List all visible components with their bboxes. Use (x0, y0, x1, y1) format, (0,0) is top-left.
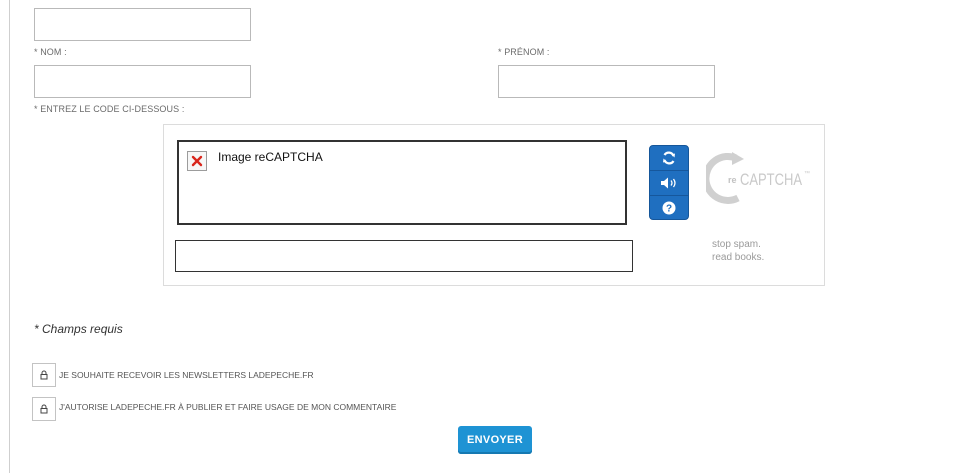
recaptcha-tagline-2: read books. (712, 252, 765, 263)
nom-label: * NOM : (34, 47, 67, 57)
submit-button[interactable]: ENVOYER (458, 426, 532, 454)
recaptcha-logo-icon: re CAPTCHA ™ (702, 150, 816, 210)
svg-text:?: ? (666, 204, 672, 215)
prenom-input[interactable] (498, 65, 715, 98)
publish-consent-checkbox[interactable] (32, 397, 56, 421)
recaptcha-toolbar: ? (649, 145, 689, 220)
publish-consent-checkbox-label: J'AUTORISE LADEPECHE.FR À PUBLIER ET FAI… (59, 402, 397, 412)
newsletter-checkbox-label: JE SOUHAITE RECEVOIR LES NEWSLETTERS LAD… (59, 370, 314, 380)
svg-text:CAPTCHA: CAPTCHA (740, 170, 803, 189)
prenom-label: * PRÉNOM : (498, 47, 550, 57)
svg-text:™: ™ (804, 170, 810, 177)
recaptcha-tagline-1: stop spam. (712, 239, 761, 250)
left-divider (9, 0, 10, 473)
recaptcha-response-input[interactable] (175, 240, 633, 272)
broken-image-icon (187, 151, 207, 171)
refresh-icon[interactable] (650, 146, 688, 171)
newsletter-checkbox[interactable] (32, 363, 56, 387)
top-text-field[interactable] (34, 8, 251, 41)
help-icon[interactable]: ? (650, 196, 688, 220)
recaptcha-image-alt: Image reCAPTCHA (218, 150, 323, 164)
required-fields-note: * Champs requis (34, 322, 123, 336)
svg-text:re: re (728, 175, 737, 185)
recaptcha-tagline: stop spam. read books. (712, 238, 764, 264)
audio-icon[interactable] (650, 171, 688, 196)
captcha-label: * ENTREZ LE CODE CI-DESSOUS : (34, 104, 185, 114)
nom-input[interactable] (34, 65, 251, 98)
